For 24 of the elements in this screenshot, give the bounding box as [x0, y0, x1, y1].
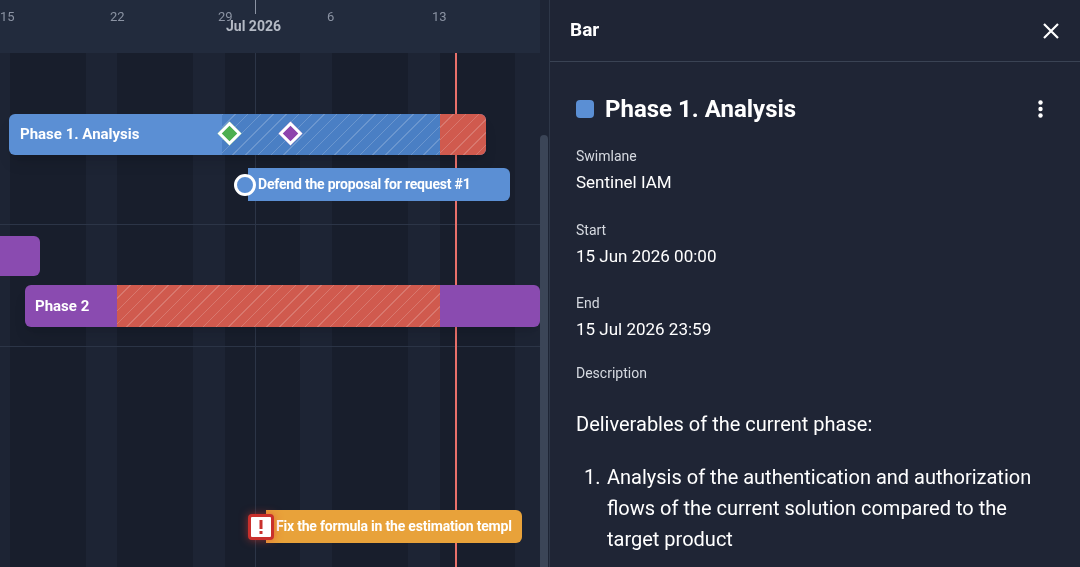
field-value: 15 Jul 2026 23:59 — [576, 318, 713, 341]
phase-bar[interactable]: Phase 1. Analysis — [9, 114, 486, 155]
panel-title: Bar — [570, 17, 600, 44]
more-options-icon[interactable] — [1036, 98, 1044, 120]
scrollbar-thumb[interactable] — [540, 135, 548, 567]
item-title: Phase 1. Analysis — [605, 94, 798, 125]
day-tick: 15 — [0, 8, 15, 26]
day-tick: 22 — [110, 8, 125, 26]
field-label: End — [576, 294, 601, 313]
field-value: 15 Jun 2026 00:00 — [576, 244, 718, 268]
phase-bar[interactable]: Phase 2 — [25, 285, 540, 327]
task-bar[interactable]: Fix the formula in the estimation templ — [266, 510, 522, 543]
field-label: Swimlane — [576, 147, 638, 166]
list-number: 1. — [584, 463, 602, 491]
list-item-text: Analysis of the authentication and authorization flows of the current solution compared to the target product — [607, 463, 1033, 553]
day-tick: 6 — [327, 8, 335, 26]
bar-label: Phase 2 — [34, 295, 90, 317]
day-tick: 13 — [432, 8, 447, 26]
bar-label: Phase 1. Analysis — [19, 124, 140, 146]
description-text: Deliverables of the current phase: — [576, 411, 874, 436]
field-value: Sentinel IAM — [576, 171, 673, 194]
field-label: Description — [576, 363, 648, 383]
task-bar[interactable]: Defend the proposal for request #1 — [248, 168, 510, 201]
field-label: Start — [576, 220, 608, 240]
